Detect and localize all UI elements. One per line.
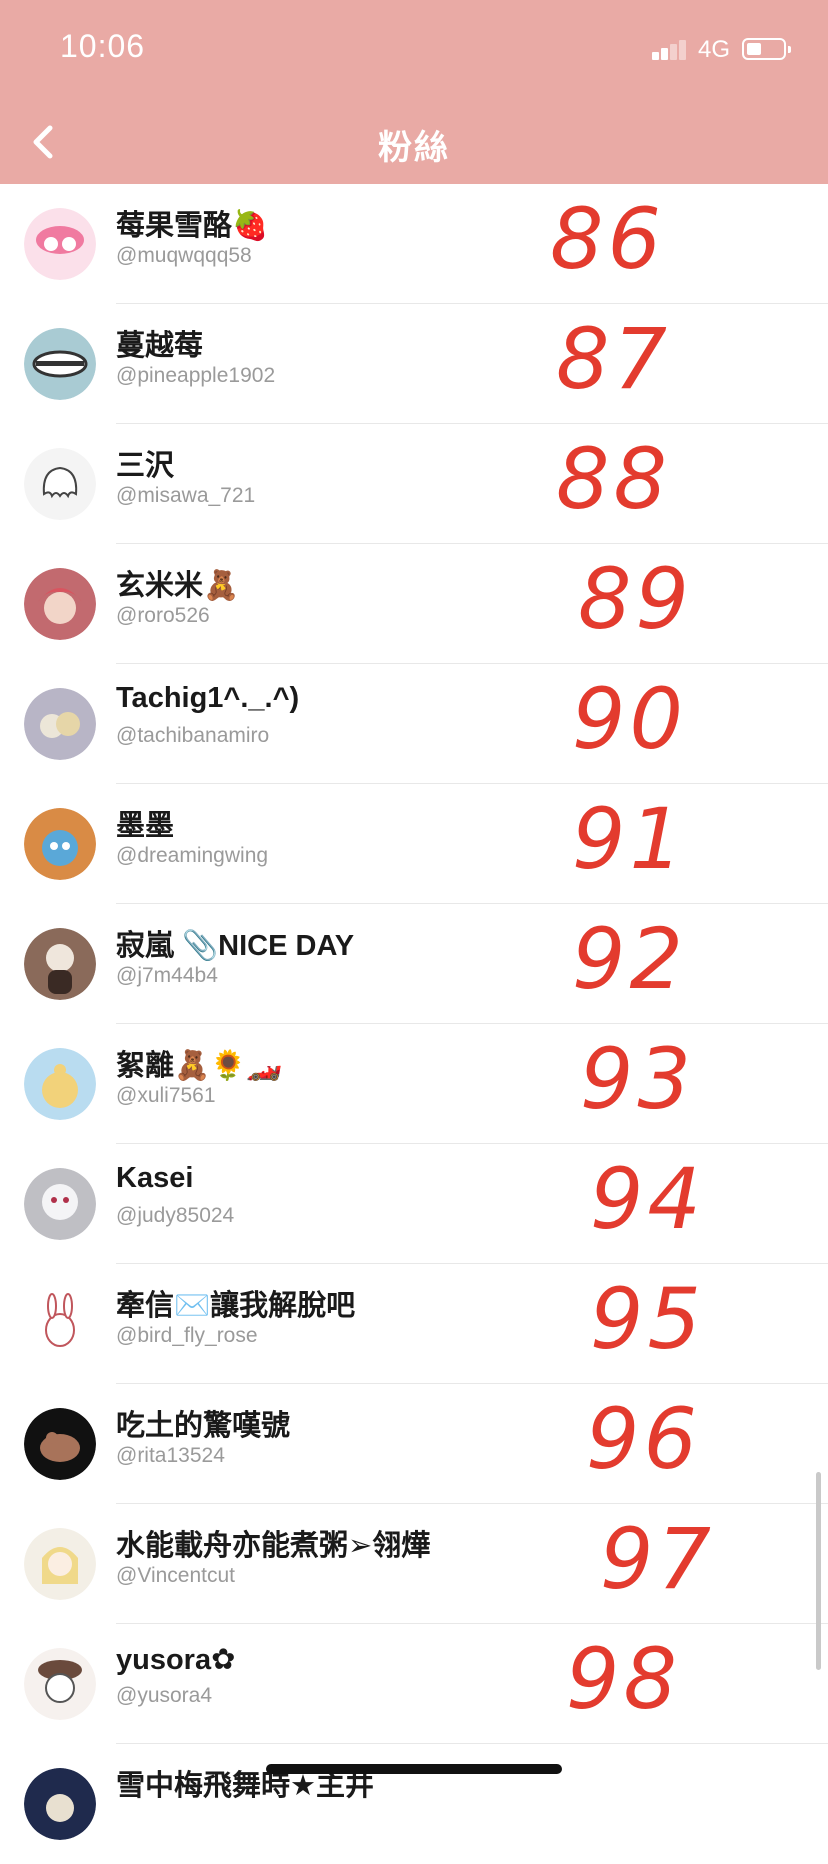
follower-list: 莓果雪酪🍓 @muqwqqq58 86 蔓越莓 @pineapple1902 8…	[0, 184, 828, 1864]
follower-name: Kasei	[116, 1162, 194, 1194]
follower-row[interactable]: Kasei @judy85024 94	[0, 1144, 828, 1264]
status-bar: 10:06 4G	[0, 0, 828, 100]
avatar[interactable]	[24, 1768, 96, 1840]
follower-row[interactable]: 吃土的驚嘆號 @rita13524 96	[0, 1384, 828, 1504]
signal-strength-icon	[652, 38, 686, 60]
handwritten-number: 91	[572, 790, 687, 888]
follower-row[interactable]: 蔓越莓 @pineapple1902 87	[0, 304, 828, 424]
follower-name: 莓果雪酪🍓	[116, 210, 269, 242]
handwritten-number: 95	[590, 1270, 705, 1368]
avatar[interactable]	[24, 208, 96, 280]
avatar[interactable]	[24, 928, 96, 1000]
avatar[interactable]	[24, 688, 96, 760]
avatar[interactable]	[24, 448, 96, 520]
follower-row[interactable]: 寂嵐 📎NICE DAY @j7m44b4 92	[0, 904, 828, 1024]
page-title: 粉絲	[378, 129, 450, 167]
follower-handle: @roro526	[116, 604, 210, 627]
handwritten-number: 90	[572, 670, 687, 768]
avatar[interactable]	[24, 1528, 96, 1600]
follower-name: 絮離🧸🌻🏎️	[116, 1050, 283, 1082]
follower-name: Tachig1^._.^)	[116, 682, 300, 714]
avatar[interactable]	[24, 1288, 96, 1360]
follower-name: 墨墨	[116, 810, 175, 842]
follower-handle: @bird_fly_rose	[116, 1324, 258, 1347]
follower-handle: @xuli7561	[116, 1084, 216, 1107]
nav-bar: 粉絲	[0, 100, 828, 184]
handwritten-number: 92	[572, 910, 687, 1008]
follower-name: yusora✿	[116, 1644, 236, 1676]
avatar[interactable]	[24, 568, 96, 640]
home-indicator[interactable]	[266, 1764, 562, 1774]
avatar[interactable]	[24, 1048, 96, 1120]
avatar[interactable]	[24, 1168, 96, 1240]
handwritten-number: 94	[590, 1150, 705, 1248]
follower-handle: @tachibanamiro	[116, 724, 270, 747]
avatar[interactable]	[24, 328, 96, 400]
follower-name: 玄米米🧸	[116, 570, 240, 602]
handwritten-number: 96	[586, 1390, 701, 1488]
handwritten-number: 86	[550, 190, 665, 288]
follower-handle: @rita13524	[116, 1444, 225, 1467]
follower-row[interactable]: 水能載舟亦能煮粥➢翎燁 @Vincentcut 97	[0, 1504, 828, 1624]
follower-handle: @Vincentcut	[116, 1564, 235, 1587]
handwritten-number: 89	[578, 550, 693, 648]
follower-row[interactable]: 雪中梅飛舞時★主井	[0, 1744, 828, 1864]
handwritten-number: 88	[556, 430, 671, 528]
avatar[interactable]	[24, 808, 96, 880]
follower-row[interactable]: 三沢 @misawa_721 88	[0, 424, 828, 544]
scrollbar[interactable]	[816, 1472, 821, 1670]
avatar[interactable]	[24, 1648, 96, 1720]
follower-row[interactable]: 玄米米🧸 @roro526 89	[0, 544, 828, 664]
handwritten-number: 97	[600, 1510, 715, 1608]
follower-handle: @yusora4	[116, 1684, 213, 1707]
follower-name: 寂嵐 📎NICE DAY	[116, 930, 355, 962]
follower-row[interactable]: Tachig1^._.^) @tachibanamiro 90	[0, 664, 828, 784]
handwritten-number: 98	[566, 1630, 681, 1728]
follower-handle: @pineapple1902	[116, 364, 276, 387]
follower-name: 蔓越莓	[116, 330, 204, 362]
handwritten-number: 93	[580, 1030, 695, 1128]
follower-handle: @muqwqqq58	[116, 244, 252, 267]
follower-row[interactable]: 絮離🧸🌻🏎️ @xuli7561 93	[0, 1024, 828, 1144]
follower-row[interactable]: 牽信✉️讓我解脫吧 @bird_fly_rose 95	[0, 1264, 828, 1384]
status-time: 10:06	[60, 28, 146, 64]
follower-row[interactable]: 墨墨 @dreamingwing 91	[0, 784, 828, 904]
handwritten-number: 87	[556, 310, 671, 408]
follower-name: 牽信✉️讓我解脫吧	[116, 1290, 356, 1322]
avatar[interactable]	[24, 1408, 96, 1480]
follower-name: 水能載舟亦能煮粥➢翎燁	[116, 1530, 431, 1562]
follower-row[interactable]: 莓果雪酪🍓 @muqwqqq58 86	[0, 184, 828, 304]
battery-icon	[742, 38, 791, 60]
follower-handle: @misawa_721	[116, 484, 256, 507]
network-type: 4G	[698, 36, 731, 63]
follower-handle: @j7m44b4	[116, 964, 218, 987]
follower-handle: @judy85024	[116, 1204, 235, 1227]
follower-row[interactable]: yusora✿ @yusora4 98	[0, 1624, 828, 1744]
follower-handle: @dreamingwing	[116, 844, 269, 867]
follower-name: 三沢	[116, 450, 175, 482]
follower-name: 吃土的驚嘆號	[116, 1410, 291, 1442]
